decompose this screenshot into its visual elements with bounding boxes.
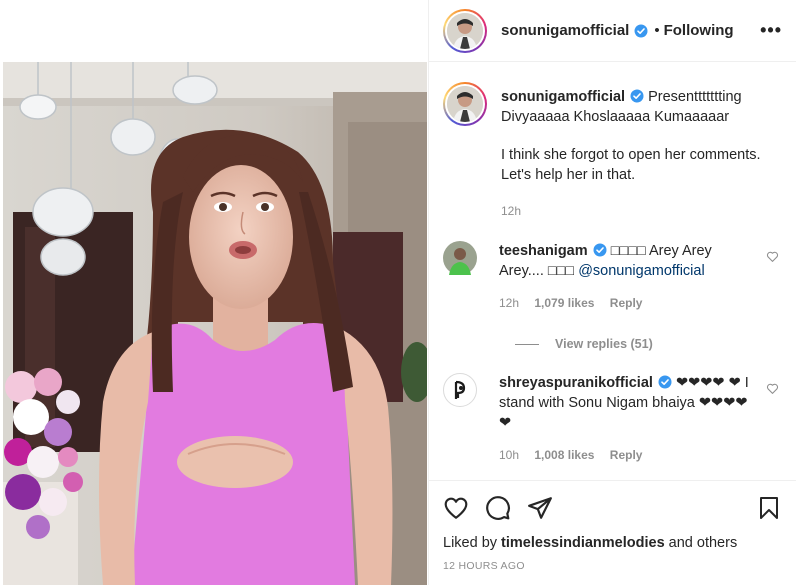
post-timestamp[interactable]: 12 HOURS AGO [443,560,781,572]
comment-mention-link[interactable]: @sonunigamofficial [578,263,705,279]
paper-plane-icon[interactable] [527,495,553,521]
comment-username[interactable]: shreyaspuranikofficial [499,375,653,391]
caption-row: sonunigamofficial Presenttttttting Divya… [443,82,781,221]
verified-badge-icon [658,375,672,389]
post-header: sonunigamofficial • Following ••• [429,0,796,62]
liked-by-summary: Liked by timelessindianmelodies and othe… [443,535,781,551]
comment-time[interactable]: 10h [499,448,519,462]
following-button[interactable]: Following [664,22,734,39]
author-avatar[interactable] [443,8,487,53]
post-video[interactable] [3,62,427,585]
caption-avatar[interactable] [443,82,487,126]
liked-by-others-link[interactable]: and others [669,535,738,551]
comment-body: teeshanigam □□□□ Arey Arey Arey.... □□□ … [499,241,739,313]
liked-by-user-link[interactable]: timelessindianmelodies [501,535,665,551]
view-replies-divider [515,343,539,345]
caption-text-line2: I think she forgot to open her comments.… [501,147,761,183]
comment-likes[interactable]: 1,079 likes [534,296,594,310]
caption-username[interactable]: sonunigamofficial [501,89,625,105]
post-side-panel: sonunigamofficial • Following ••• sonuni… [428,0,796,585]
comment-avatar[interactable] [443,373,477,465]
verified-badge-icon [634,24,648,37]
view-replies-label: View replies (51) [555,337,653,351]
comment-like-heart-icon[interactable] [766,382,779,395]
video-frame-image [3,62,427,585]
post-actions: Liked by timelessindianmelodies and othe… [429,480,796,572]
reply-button[interactable]: Reply [610,296,643,310]
header-separator: • [654,22,660,39]
comment-time[interactable]: 12h [499,296,519,310]
liked-by-prefix: Liked by [443,535,498,551]
more-options-button[interactable]: ••• [760,20,782,41]
comments-section: sonunigamofficial Presenttttttting Divya… [429,62,796,480]
author-username[interactable]: sonunigamofficial [501,22,629,39]
comment-body: shreyaspuranikofficial ❤❤❤❤ ❤ I stand wi… [499,373,749,465]
author-avatar-image [447,12,483,49]
comment-meta: 10h 1,008 likes Reply [499,445,749,465]
comment-row: shreyaspuranikofficial ❤❤❤❤ ❤ I stand wi… [443,373,781,465]
caption-meta: 12h [501,201,781,221]
caption-body: sonunigamofficial Presenttttttting Divya… [501,82,781,221]
verified-badge-icon [593,243,607,257]
heart-icon[interactable] [443,495,469,521]
view-replies-button[interactable]: View replies (51) [515,337,781,351]
comment-like-heart-icon[interactable] [766,250,779,263]
comment-icon[interactable] [485,495,511,521]
comment-row: teeshanigam □□□□ Arey Arey Arey.... □□□ … [443,241,781,313]
comment-likes[interactable]: 1,008 likes [534,448,594,462]
caption-time[interactable]: 12h [501,204,521,218]
comment-avatar-image [443,373,477,407]
comment-meta: 12h 1,079 likes Reply [499,293,739,313]
bookmark-icon[interactable] [757,495,781,521]
reply-button[interactable]: Reply [610,448,643,462]
comment-avatar[interactable] [443,241,477,313]
action-icons [443,495,781,521]
comment-avatar-image [443,241,477,275]
caption-avatar-image [447,86,483,122]
verified-badge-icon [630,89,644,103]
comment-username[interactable]: teeshanigam [499,243,588,259]
